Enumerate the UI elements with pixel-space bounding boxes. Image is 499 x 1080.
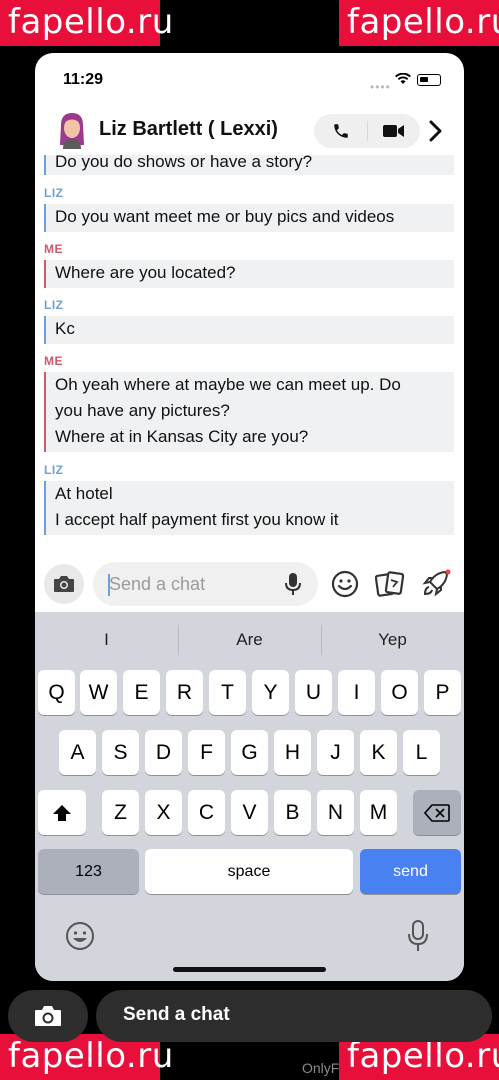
chat-input-placeholder: Send a chat xyxy=(109,574,206,594)
key-m[interactable]: M xyxy=(360,790,397,835)
shift-icon xyxy=(53,804,71,821)
suggestion-1[interactable]: I xyxy=(35,630,178,650)
camera-icon xyxy=(35,1006,61,1026)
message-bubble[interactable]: At hotel I accept half payment first you… xyxy=(44,481,454,535)
wifi-icon xyxy=(395,73,411,84)
message-line: Where at in Kansas City are you? xyxy=(55,427,309,446)
suggestion-3[interactable]: Yep xyxy=(321,630,464,650)
outer-chat-input[interactable]: Send a chat xyxy=(96,990,492,1042)
message-list: Do you do shows or have a story? LIZ Do … xyxy=(35,155,464,557)
message-text: Do you want meet me or buy pics and vide… xyxy=(55,207,395,226)
key-q[interactable]: Q xyxy=(38,670,75,715)
message-bubble[interactable]: Where are you located? xyxy=(44,260,454,288)
sender-label: ME xyxy=(44,242,63,256)
message-text: Do you do shows or have a story? xyxy=(55,155,313,171)
home-indicator[interactable] xyxy=(173,967,326,972)
contact-name[interactable]: Liz Bartlett ( Lexxi) xyxy=(99,118,278,141)
message-bubble[interactable]: Oh yeah where at maybe we can meet up. D… xyxy=(44,372,454,452)
message-line: I accept half payment first you know it xyxy=(55,510,339,529)
key-v[interactable]: V xyxy=(231,790,268,835)
key-j[interactable]: J xyxy=(317,730,354,775)
key-y[interactable]: Y xyxy=(252,670,289,715)
key-d[interactable]: D xyxy=(145,730,182,775)
key-a[interactable]: A xyxy=(59,730,96,775)
dictation-icon[interactable] xyxy=(408,920,428,952)
sender-label: ME xyxy=(44,354,63,368)
key-u[interactable]: U xyxy=(295,670,332,715)
suggestion-bar: I Are Yep xyxy=(35,612,464,668)
numbers-key[interactable]: 123 xyxy=(38,849,139,894)
outer-chat-placeholder: Send a chat xyxy=(123,1004,230,1025)
key-w[interactable]: W xyxy=(80,670,117,715)
backspace-key[interactable] xyxy=(413,790,461,835)
microphone-icon[interactable] xyxy=(285,572,301,596)
call-buttons xyxy=(314,114,420,148)
watermark-top-left: fapello.ru xyxy=(0,0,173,46)
message-line: you have any pictures? xyxy=(55,401,230,420)
key-z[interactable]: Z xyxy=(102,790,139,835)
phone-icon xyxy=(333,124,348,138)
voice-call-button[interactable] xyxy=(314,114,367,148)
keyboard: I Are Yep Q W E R T Y U I O P A S D F G … xyxy=(35,612,464,981)
space-key[interactable]: space xyxy=(145,849,353,894)
message-line: At hotel xyxy=(55,484,113,503)
key-c[interactable]: C xyxy=(188,790,225,835)
keyboard-emoji-icon[interactable] xyxy=(65,921,95,951)
chevron-right-icon[interactable] xyxy=(427,118,445,144)
sender-label: LIZ xyxy=(44,463,64,477)
key-g[interactable]: G xyxy=(231,730,268,775)
rocket-icon[interactable] xyxy=(421,568,451,598)
message-line: Oh yeah where at maybe we can meet up. D… xyxy=(55,375,401,394)
key-t[interactable]: T xyxy=(209,670,246,715)
message-bubble[interactable]: Do you want meet me or buy pics and vide… xyxy=(44,204,454,232)
avatar[interactable] xyxy=(57,111,87,149)
backspace-icon xyxy=(424,803,450,822)
chat-input[interactable]: Send a chat xyxy=(93,562,318,606)
watermark-top-right: fapello.ru xyxy=(339,0,499,46)
suggestion-2[interactable]: Are xyxy=(178,630,321,650)
key-p[interactable]: P xyxy=(424,670,461,715)
key-b[interactable]: B xyxy=(274,790,311,835)
key-r[interactable]: R xyxy=(166,670,203,715)
status-time: 11:29 xyxy=(63,71,104,88)
sender-label: LIZ xyxy=(44,186,64,200)
key-h[interactable]: H xyxy=(274,730,311,775)
video-call-button[interactable] xyxy=(367,114,420,148)
sender-label: LIZ xyxy=(44,298,64,312)
chat-composer: Send a chat xyxy=(35,558,464,612)
key-x[interactable]: X xyxy=(145,790,182,835)
footer-watermark: OnlyF xyxy=(302,1060,340,1076)
stickers-icon[interactable] xyxy=(375,570,405,598)
outer-camera-button[interactable] xyxy=(8,990,88,1042)
message-text: Kc xyxy=(55,319,75,338)
phone-screen: 11:29 •••• Liz Bartlett ( Lexxi) Do you … xyxy=(35,53,464,981)
message-bubble[interactable]: Kc xyxy=(44,316,454,344)
shift-key[interactable] xyxy=(38,790,86,835)
key-l[interactable]: L xyxy=(403,730,440,775)
camera-button[interactable] xyxy=(44,564,84,604)
camera-icon xyxy=(54,576,74,592)
key-n[interactable]: N xyxy=(317,790,354,835)
key-f[interactable]: F xyxy=(188,730,225,775)
status-bar: 11:29 •••• xyxy=(35,53,464,109)
message-text: Where are you located? xyxy=(55,263,236,282)
key-e[interactable]: E xyxy=(123,670,160,715)
emoji-icon[interactable] xyxy=(331,570,359,598)
message-bubble[interactable]: Do you do shows or have a story? xyxy=(44,155,454,175)
outer-chat-bar: Send a chat xyxy=(0,988,499,1043)
video-camera-icon xyxy=(382,125,404,137)
key-k[interactable]: K xyxy=(360,730,397,775)
battery-icon xyxy=(417,74,441,86)
send-key[interactable]: send xyxy=(360,849,461,894)
key-o[interactable]: O xyxy=(381,670,418,715)
key-s[interactable]: S xyxy=(102,730,139,775)
signal-icon: •••• xyxy=(370,80,391,94)
key-i[interactable]: I xyxy=(338,670,375,715)
chat-header: Liz Bartlett ( Lexxi) xyxy=(35,109,464,155)
